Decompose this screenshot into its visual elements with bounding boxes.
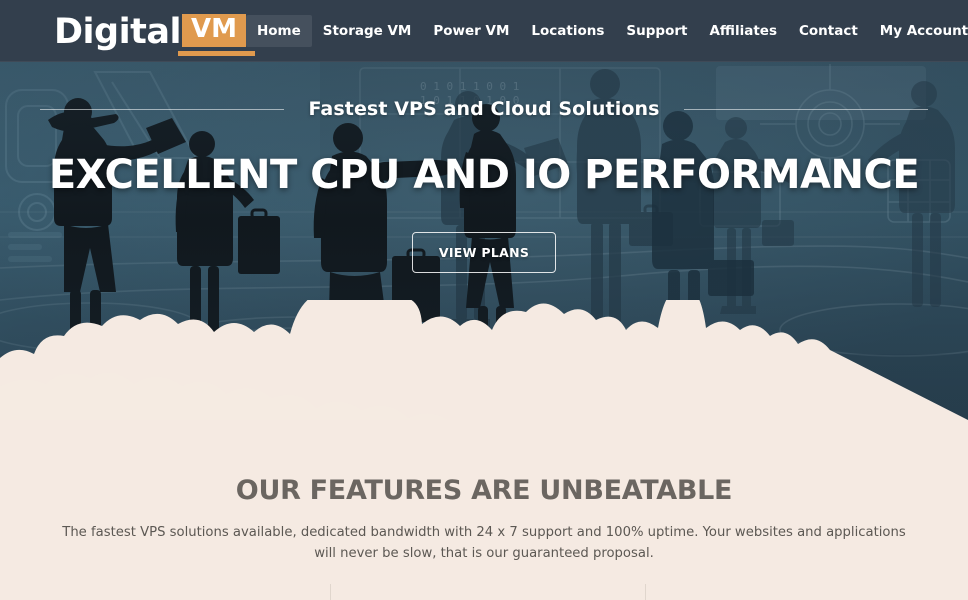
tagline-rule-left: [40, 108, 285, 110]
hero-tagline-row: Fastest VPS and Cloud Solutions: [40, 98, 929, 120]
site-logo[interactable]: Digital VM: [54, 11, 255, 56]
logo-badge-vm: VM: [181, 14, 246, 47]
main-navigation: Home Storage VM Power VM Locations Suppo…: [245, 15, 968, 47]
nav-item-my-account[interactable]: My Account: [869, 15, 968, 47]
features-description: The fastest VPS solutions available, ded…: [62, 525, 906, 562]
features-heading: OUR FEATURES ARE UNBEATABLE: [235, 475, 733, 506]
logo-underline-bar: [178, 50, 255, 56]
view-plans-button[interactable]: VIEW PLANS: [411, 232, 557, 273]
logo-wordmark: Digital: [54, 11, 181, 52]
feature-columns-top: [0, 584, 968, 600]
hero-headline: EXCELLENT CPU AND IO PERFORMANCE: [48, 152, 920, 198]
nav-item-support[interactable]: Support: [615, 15, 698, 47]
nav-item-contact[interactable]: Contact: [788, 15, 869, 47]
feature-divider-1: [330, 584, 331, 600]
nav-item-affiliates[interactable]: Affiliates: [698, 15, 788, 47]
hero-content: Fastest VPS and Cloud Solutions EXCELLEN…: [0, 62, 968, 420]
hero-banner: 0 1 0 1 1 0 0 1 1 0 1 1 0 1 0 0: [0, 62, 968, 420]
nav-item-power-vm[interactable]: Power VM: [422, 15, 520, 47]
feature-divider-2: [645, 584, 646, 600]
features-section: OUR FEATURES ARE UNBEATABLE The fastest …: [0, 420, 968, 600]
site-header: Digital VM Home Storage VM Power VM Loca…: [0, 0, 968, 62]
page-root: Digital VM Home Storage VM Power VM Loca…: [0, 0, 968, 600]
nav-item-locations[interactable]: Locations: [520, 15, 615, 47]
nav-item-home[interactable]: Home: [245, 15, 312, 47]
nav-item-storage-vm[interactable]: Storage VM: [312, 15, 423, 47]
hero-tagline: Fastest VPS and Cloud Solutions: [308, 98, 660, 120]
tagline-rule-right: [683, 108, 929, 110]
